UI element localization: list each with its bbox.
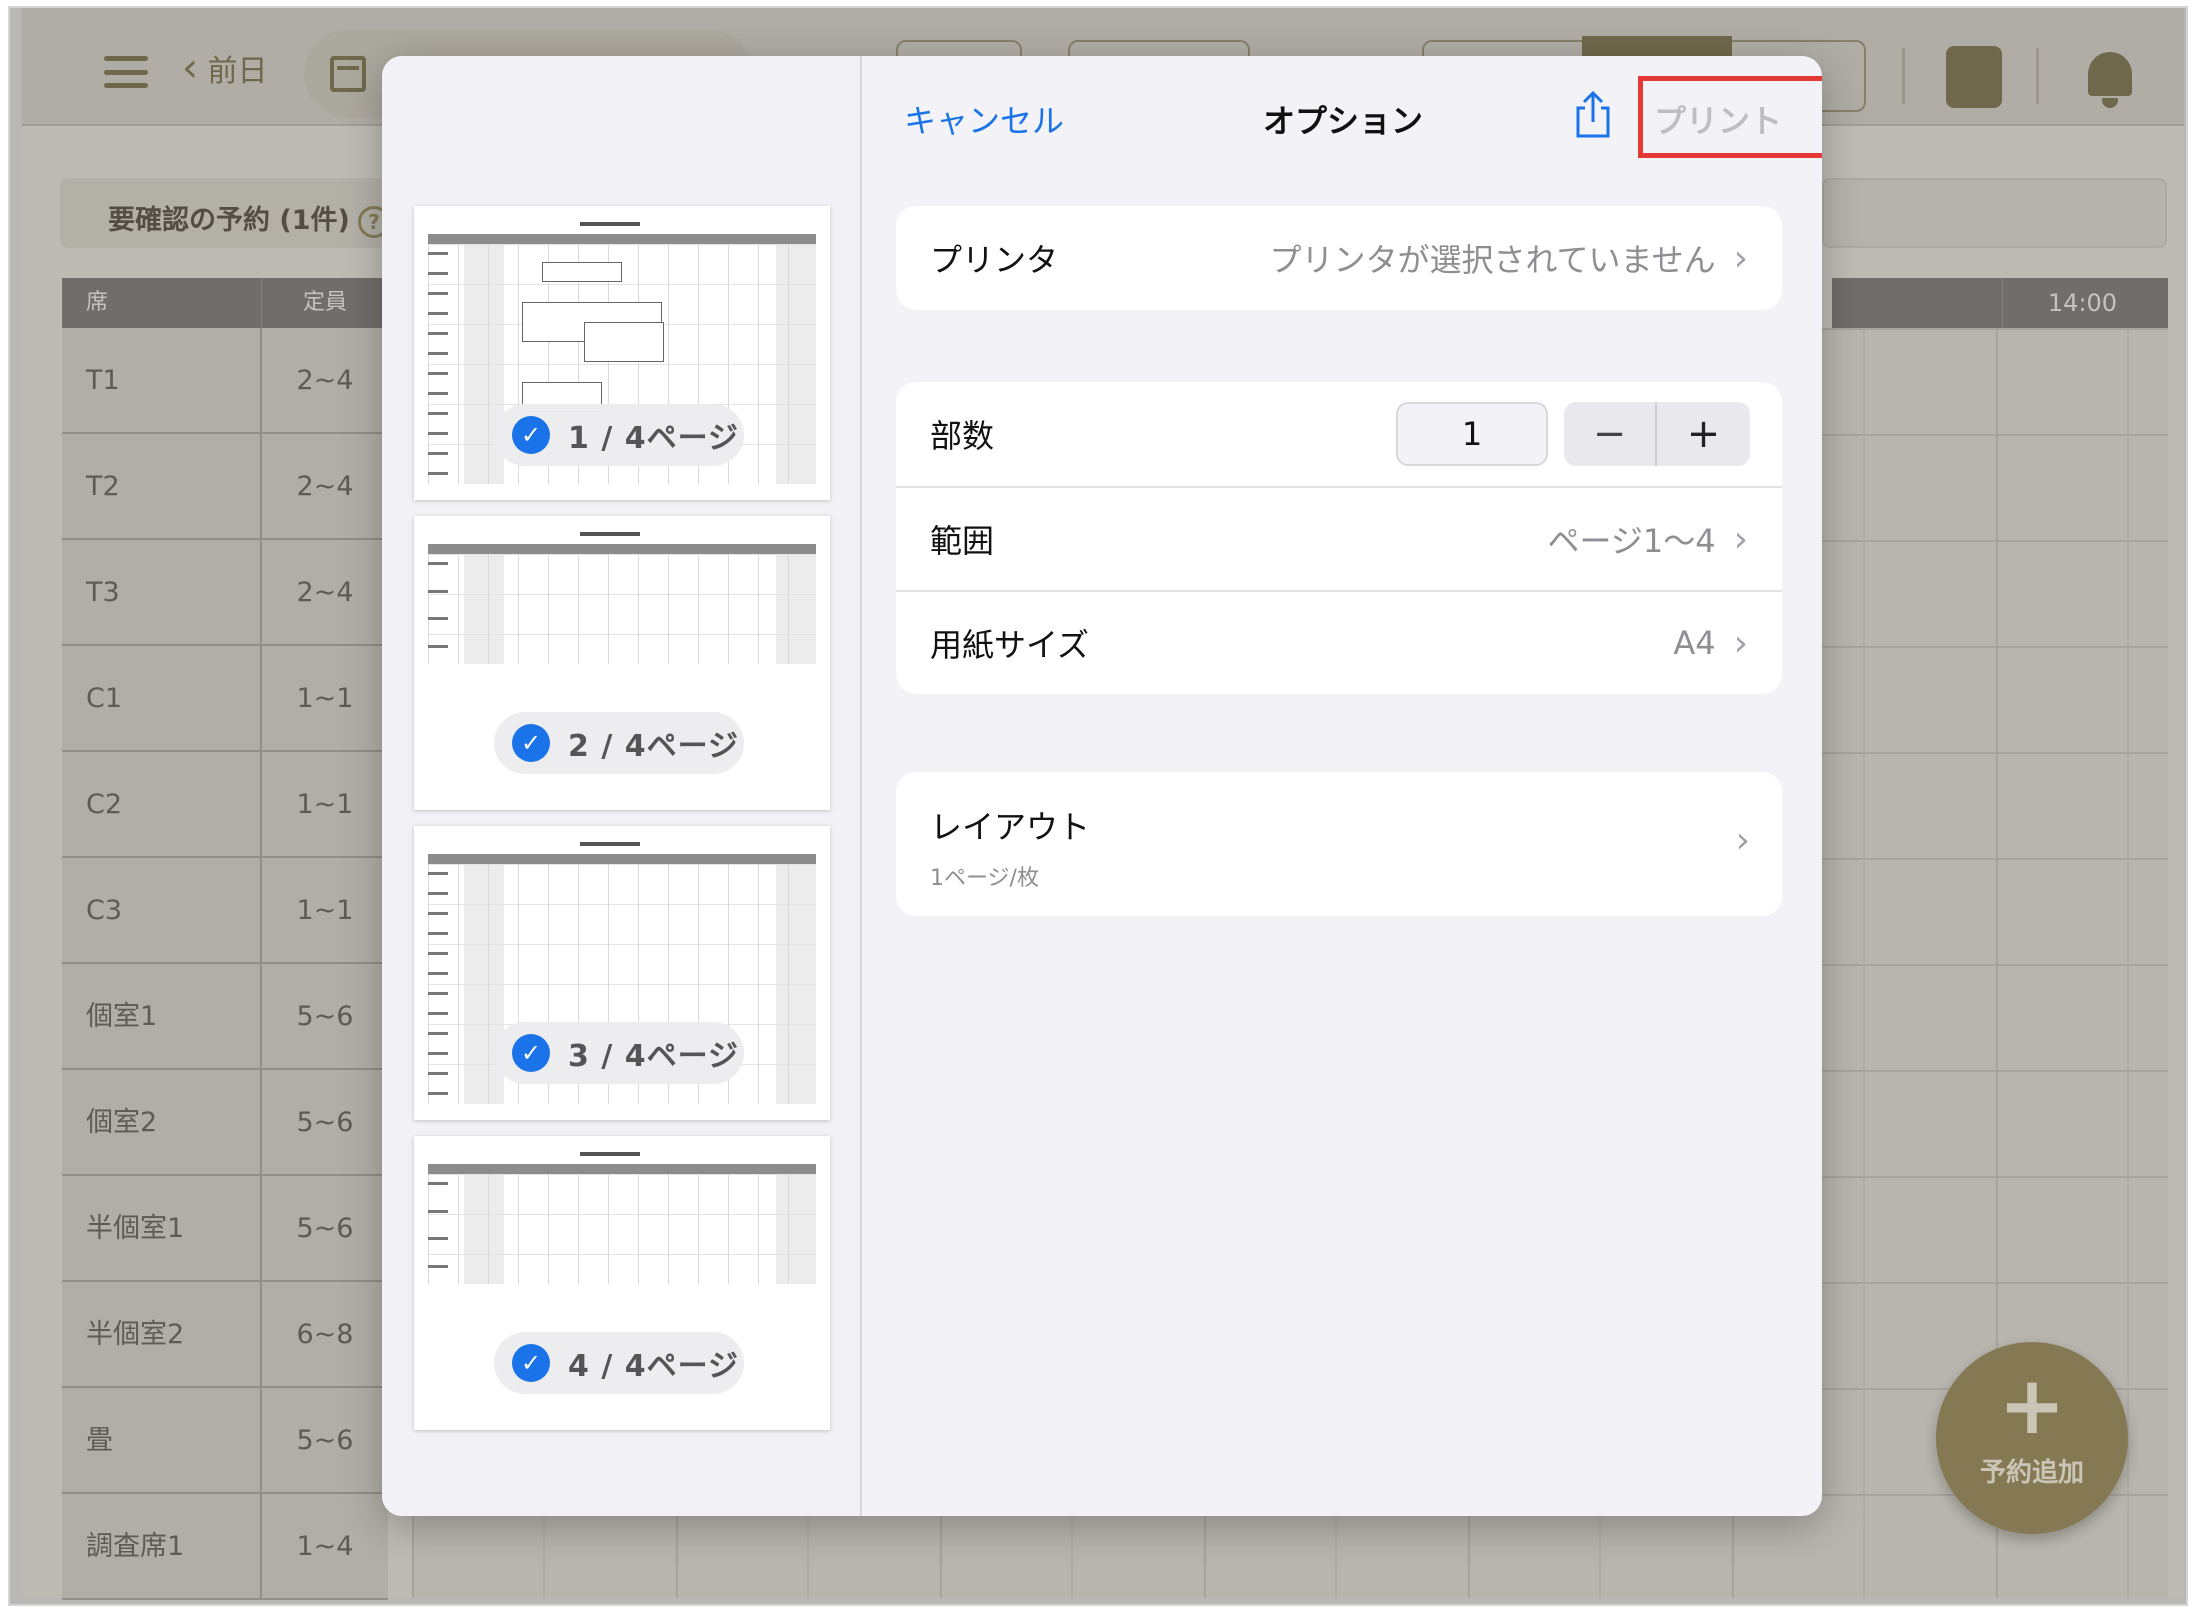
- increment-button[interactable]: +: [1657, 402, 1750, 466]
- paper-size-row[interactable]: 用紙サイズ A4 ›: [896, 590, 1782, 694]
- copies-row: 部数 1 − +: [896, 382, 1782, 486]
- chevron-right-icon: ›: [1733, 518, 1748, 560]
- print-button-highlight: [1638, 76, 1822, 158]
- page-thumbnail[interactable]: ✓ 3 / 4ページ: [414, 826, 830, 1120]
- paper-size-label: 用紙サイズ: [930, 626, 1090, 664]
- page-thumbnail[interactable]: ✓ 4 / 4ページ: [414, 1136, 830, 1430]
- checkmark-icon: ✓: [512, 1344, 550, 1382]
- decrement-button[interactable]: −: [1564, 402, 1657, 466]
- page-selected-badge[interactable]: ✓ 4 / 4ページ: [494, 1332, 744, 1394]
- page-selected-badge[interactable]: ✓ 2 / 4ページ: [494, 712, 744, 774]
- printer-card: プリンタ プリンタが選択されていません ›: [896, 206, 1782, 310]
- range-value: ページ1〜4: [1547, 522, 1716, 560]
- chevron-right-icon: ›: [1735, 820, 1750, 861]
- layout-label: レイアウト: [930, 808, 1091, 846]
- range-label: 範囲: [930, 522, 995, 560]
- page-number: 3 / 4ページ: [568, 1039, 739, 1074]
- page-preview-list: ✓ 1 / 4ページ ✓ 2 / 4ページ ✓ 3 / 4ページ ✓ 4 / 4ページ: [382, 56, 862, 1516]
- print-options-dialog: ✓ 1 / 4ページ ✓ 2 / 4ページ ✓ 3 / 4ページ ✓ 4 / 4ページ キャン…: [382, 56, 1822, 1516]
- share-icon[interactable]: [1572, 90, 1614, 140]
- page-number: 4 / 4ページ: [568, 1349, 739, 1384]
- checkmark-icon: ✓: [512, 724, 550, 762]
- page-number: 1 / 4ページ: [568, 421, 739, 456]
- printer-label: プリンタ: [930, 241, 1059, 279]
- page-thumbnail[interactable]: ✓ 2 / 4ページ: [414, 516, 830, 810]
- copies-stepper[interactable]: − +: [1564, 402, 1750, 466]
- copies-field[interactable]: 1: [1396, 402, 1548, 466]
- chevron-right-icon: ›: [1733, 622, 1748, 664]
- page-number: 2 / 4ページ: [568, 729, 739, 764]
- screenshot-frame: ‹ 前日 要確認の予約 (1件)? 席 定員 T1 2~4 T2 2~4 T3 2~4 C1…: [8, 6, 2188, 1606]
- copies-label: 部数: [930, 417, 995, 455]
- range-row[interactable]: 範囲 ページ1〜4 ›: [896, 486, 1782, 590]
- printer-value: プリンタが選択されていません: [1269, 241, 1716, 279]
- printer-row[interactable]: プリンタ プリンタが選択されていません ›: [896, 206, 1782, 310]
- layout-row[interactable]: レイアウト 1ページ/枚 ›: [896, 772, 1782, 916]
- page-thumbnail[interactable]: ✓ 1 / 4ページ: [414, 206, 830, 500]
- checkmark-icon: ✓: [512, 416, 550, 454]
- layout-value: 1ページ/枚: [930, 866, 1039, 891]
- print-options-panel: キャンセル オプション プリント プリンタ プリンタが選択されていません › 部…: [864, 56, 1822, 1516]
- page-selected-badge[interactable]: ✓ 3 / 4ページ: [494, 1022, 744, 1084]
- checkmark-icon: ✓: [512, 1034, 550, 1072]
- page-selected-badge[interactable]: ✓ 1 / 4ページ: [494, 404, 744, 466]
- print-settings-card: 部数 1 − + 範囲 ページ1〜4 › 用紙サイズ A4 ›: [896, 382, 1782, 694]
- chevron-right-icon: ›: [1733, 237, 1748, 279]
- paper-size-value: A4: [1673, 624, 1716, 662]
